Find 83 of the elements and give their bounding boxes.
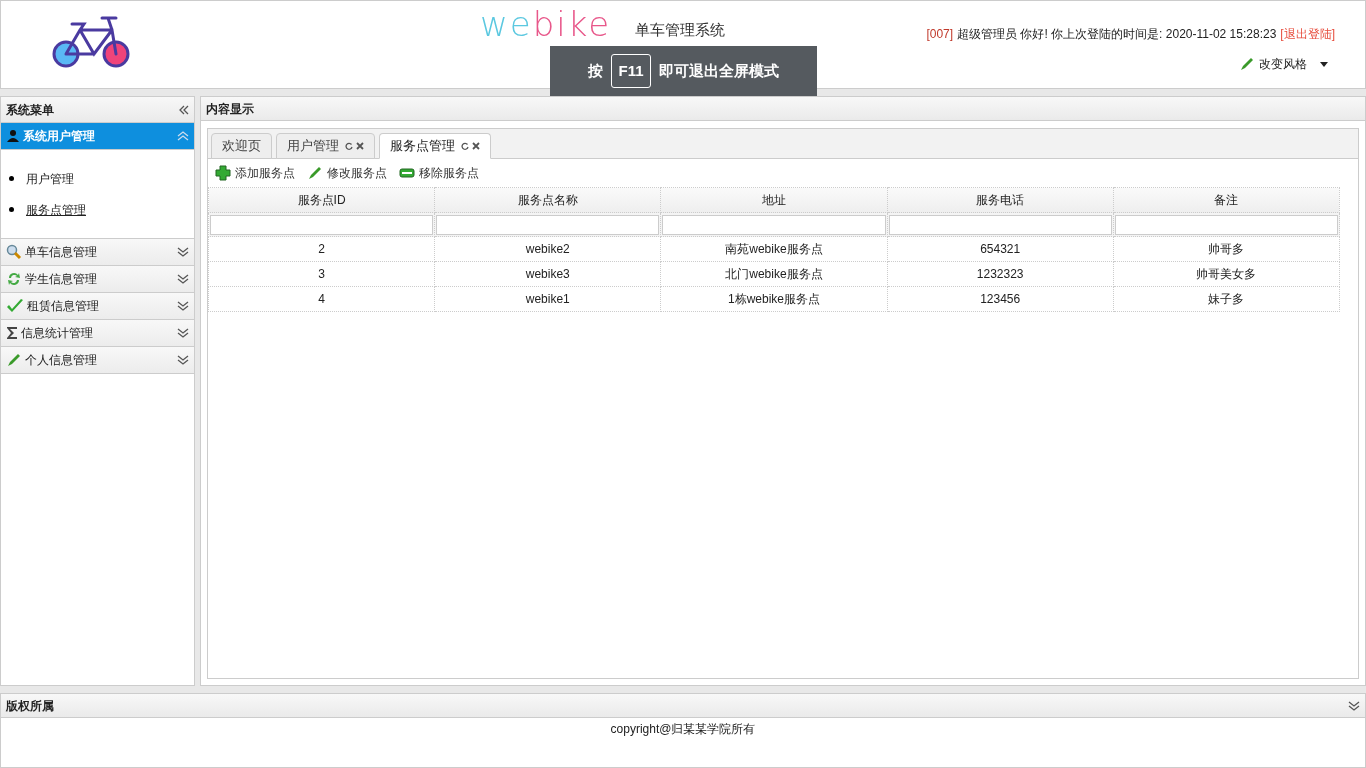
panel-title: 版权所属: [6, 697, 54, 715]
tab[interactable]: 欢迎页: [211, 133, 272, 159]
checkmark-icon: [6, 298, 24, 314]
user-icon: [6, 129, 20, 143]
expand-icon: [177, 355, 189, 365]
panel-title: 内容显示: [206, 100, 254, 118]
expand-icon: [177, 301, 189, 311]
section-label: 租赁信息管理: [27, 298, 99, 315]
expand-icon: [177, 247, 189, 257]
filter-field[interactable]: [662, 214, 886, 235]
tab[interactable]: 用户管理: [276, 133, 375, 159]
theme-button[interactable]: 改变风格: [1239, 55, 1329, 73]
table-cell: 帅哥美女多: [1113, 261, 1340, 287]
table-cell: 654321: [887, 236, 1114, 262]
notice-text: 按: [588, 60, 604, 81]
table-cell: 妹子多: [1113, 286, 1340, 312]
refresh-icon: [6, 271, 22, 287]
expand-icon[interactable]: [1348, 700, 1360, 711]
section-label: 信息统计管理: [21, 325, 93, 342]
table-cell: webike3: [434, 261, 661, 287]
tab[interactable]: 服务点管理: [379, 133, 491, 159]
menu-link[interactable]: 服务点管理: [26, 200, 86, 219]
column-header[interactable]: 地址: [660, 187, 888, 213]
section-label: 单车信息管理: [25, 244, 97, 261]
pencil-icon: [307, 165, 323, 181]
expand-icon: [177, 274, 189, 284]
copyright-text: copyright@归某某学院所有: [610, 721, 756, 738]
bullet-icon: [9, 176, 14, 181]
table-cell: 帅哥多: [1113, 236, 1340, 262]
app-subtitle: 单车管理系统: [635, 23, 725, 38]
caret-icon: [1319, 59, 1329, 69]
toolbar-button[interactable]: 修改服务点: [307, 164, 387, 182]
bicycle-icon: [52, 14, 132, 70]
user-id: [007]: [926, 26, 954, 43]
table-cell: 3: [208, 261, 435, 287]
table-cell: webike1: [434, 286, 661, 312]
magnifier-icon: [6, 244, 22, 260]
table-cell: 4: [208, 286, 435, 312]
logo-text: bike: [532, 7, 612, 41]
logo-text: we: [480, 7, 533, 41]
notice-text: 即可退出全屏模式: [658, 60, 779, 81]
column-header[interactable]: 服务点名称: [434, 187, 661, 213]
panel-title: 系统菜单: [6, 101, 54, 119]
tab-controls-icon[interactable]: [345, 142, 364, 150]
toolbar-button[interactable]: 移除服务点: [399, 164, 479, 182]
section-label: 个人信息管理: [25, 352, 97, 369]
collapse-icon[interactable]: [179, 104, 189, 115]
tab-controls-icon[interactable]: [461, 142, 480, 150]
collapse-icon: [177, 131, 189, 141]
filter-field[interactable]: [1114, 214, 1338, 235]
expand-icon: [177, 328, 189, 338]
toolbar-button[interactable]: 添加服务点: [215, 164, 295, 182]
menu-section-header[interactable]: 系统用户管理: [1, 123, 194, 150]
table-cell: 2: [208, 236, 435, 262]
pencil-icon: [6, 352, 22, 368]
section-label: 系统用户管理: [23, 128, 95, 145]
table-cell: 北门webike服务点: [660, 261, 888, 287]
pencil-icon: [1239, 56, 1255, 72]
menu-section-header[interactable]: 单车信息管理: [1, 239, 194, 266]
table-cell: 1栋webike服务点: [660, 286, 888, 312]
filter-field[interactable]: [888, 214, 1112, 235]
table-cell: webike2: [434, 236, 661, 262]
sigma-icon: [6, 326, 18, 340]
logout-link[interactable]: [退出登陆]: [1280, 25, 1335, 43]
key-label: F11: [611, 53, 651, 89]
section-label: 学生信息管理: [25, 271, 97, 288]
column-header[interactable]: 备注: [1113, 187, 1340, 213]
menu-section-header[interactable]: 个人信息管理: [1, 347, 194, 374]
plus-icon: [215, 165, 231, 181]
menu-section-header[interactable]: 租赁信息管理: [1, 293, 194, 320]
greeting-text: 超级管理员 你好! 你上次登陆的时间是: 2020-11-02 15:28:23: [957, 26, 1277, 43]
minus-icon: [399, 167, 415, 179]
table-cell: 南苑webike服务点: [660, 236, 888, 262]
menu-section-header[interactable]: 信息统计管理: [1, 320, 194, 347]
menu-link[interactable]: 用户管理: [26, 169, 74, 188]
menu-section-header[interactable]: 学生信息管理: [1, 266, 194, 293]
column-header[interactable]: 服务电话: [887, 187, 1114, 213]
table-cell: 1232323: [887, 261, 1114, 287]
filter-field[interactable]: [210, 214, 434, 235]
table-cell: 123456: [887, 286, 1114, 312]
filter-field[interactable]: [436, 214, 660, 235]
column-header[interactable]: 服务点ID: [208, 187, 435, 213]
bullet-icon: [9, 207, 14, 212]
